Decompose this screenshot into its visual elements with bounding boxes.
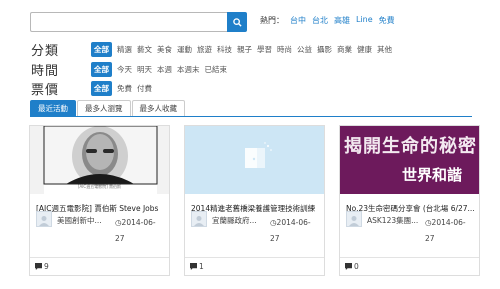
- avatar: [346, 211, 362, 227]
- category-option[interactable]: 運動: [177, 44, 192, 55]
- event-date: ◷2014-06- 27: [115, 218, 156, 243]
- user-icon: [39, 216, 49, 226]
- event-thumbnail: [AIC週五電影院] 賈伯斯: [30, 126, 169, 194]
- card-divider: [340, 257, 479, 258]
- category-option[interactable]: 健康: [357, 44, 372, 55]
- category-all[interactable]: 全部: [91, 42, 112, 57]
- comment-icon: [345, 263, 352, 270]
- category-option[interactable]: 攝影: [317, 44, 332, 55]
- avatar: [36, 211, 52, 227]
- event-thumbnail: [185, 126, 324, 194]
- user-icon: [194, 216, 204, 226]
- category-option[interactable]: 公益: [297, 44, 312, 55]
- organizer-name[interactable]: ASK123集團...: [367, 215, 419, 247]
- search-button[interactable]: [227, 12, 247, 32]
- price-all[interactable]: 全部: [91, 81, 112, 96]
- event-thumbnail: 揭開生命的秘密 世界和諧: [340, 126, 479, 194]
- time-filter: 時間 全部 今天 明天 本週 本週末 已結束: [31, 60, 227, 79]
- time-all[interactable]: 全部: [91, 62, 112, 77]
- search-bar: [30, 12, 247, 32]
- category-option[interactable]: 學習: [257, 44, 272, 55]
- organizer-name[interactable]: 宜蘭縣政府...: [212, 215, 264, 247]
- time-option[interactable]: 本週: [157, 64, 172, 75]
- tab-underline: [30, 116, 472, 117]
- hot-link-kaohsiung[interactable]: 高雄: [334, 15, 350, 26]
- price-option[interactable]: 付費: [137, 83, 152, 94]
- tab-recent[interactable]: 最近活動: [30, 100, 76, 117]
- time-option[interactable]: 已結束: [205, 64, 228, 75]
- price-filter-title: 票價: [31, 83, 60, 98]
- banner-line-2: 世界和諧: [402, 166, 463, 184]
- category-filter-title: 分類: [31, 44, 60, 59]
- hot-label: 熱門：: [260, 16, 284, 25]
- event-card[interactable]: 揭開生命的秘密 世界和諧 No.23生命密碼分享會 (台北場 6/27... A…: [339, 125, 480, 276]
- comment-icon: [35, 263, 42, 270]
- organizer-name[interactable]: 美國創新中...: [57, 215, 109, 247]
- time-option[interactable]: 本週末: [177, 64, 200, 75]
- category-option[interactable]: 其他: [377, 44, 392, 55]
- search-input[interactable]: [30, 12, 227, 32]
- thumb-caption: [AIC週五電影院] 賈伯斯: [77, 184, 122, 189]
- comment-icon: [190, 263, 197, 270]
- category-option[interactable]: 科技: [217, 44, 232, 55]
- category-option[interactable]: 藝文: [137, 44, 152, 55]
- category-option[interactable]: 精選: [117, 44, 132, 55]
- category-filter: 分類 全部 精選 藝文 美食 運動 旅遊 科技 親子 學習 時尚 公益 攝影 商…: [31, 40, 392, 59]
- tab-most-viewed[interactable]: 最多人瀏覽: [77, 100, 131, 117]
- category-option[interactable]: 美食: [157, 44, 172, 55]
- category-option[interactable]: 旅遊: [197, 44, 212, 55]
- card-divider: [30, 257, 169, 258]
- search-icon: [232, 17, 242, 27]
- hot-link-taichung[interactable]: 台中: [290, 15, 306, 26]
- time-option[interactable]: 明天: [137, 64, 152, 75]
- hot-link-free[interactable]: 免費: [379, 15, 395, 26]
- category-option[interactable]: 時尚: [277, 44, 292, 55]
- sort-tabs: 最近活動 最多人瀏覽 最多人收藏: [30, 100, 186, 117]
- placeholder-image-icon: [245, 142, 272, 168]
- comment-count: 0: [345, 262, 359, 271]
- price-filter: 票價 全部 免費 付費: [31, 79, 152, 98]
- avatar: [191, 211, 207, 227]
- event-date: ◷2014-06- 27: [425, 218, 466, 243]
- user-icon: [349, 216, 359, 226]
- time-option[interactable]: 今天: [117, 64, 132, 75]
- event-date: ◷2014-06- 27: [270, 218, 311, 243]
- card-divider: [185, 257, 324, 258]
- comment-count: 1: [190, 262, 204, 271]
- time-filter-title: 時間: [31, 64, 60, 79]
- banner-line-1: 揭開生命的秘密: [344, 136, 477, 157]
- hot-link-taipei[interactable]: 台北: [312, 15, 328, 26]
- event-card[interactable]: [AIC週五電影院] 賈伯斯 [AIC週五電影院] 賈伯斯 Steve Jobs…: [29, 125, 170, 276]
- tab-most-saved[interactable]: 最多人收藏: [131, 100, 185, 117]
- category-option[interactable]: 商業: [337, 44, 352, 55]
- event-card[interactable]: 2014精進老舊橋梁養護管理技術訓練 宜蘭縣政府... ◷2014-06- 27 …: [184, 125, 325, 276]
- hot-link-line[interactable]: Line: [356, 15, 373, 26]
- category-option[interactable]: 親子: [237, 44, 252, 55]
- hot-keywords: 熱門： 台中 台北 高雄 Line 免費: [260, 15, 395, 26]
- comment-count: 9: [35, 262, 49, 271]
- price-option[interactable]: 免費: [117, 83, 132, 94]
